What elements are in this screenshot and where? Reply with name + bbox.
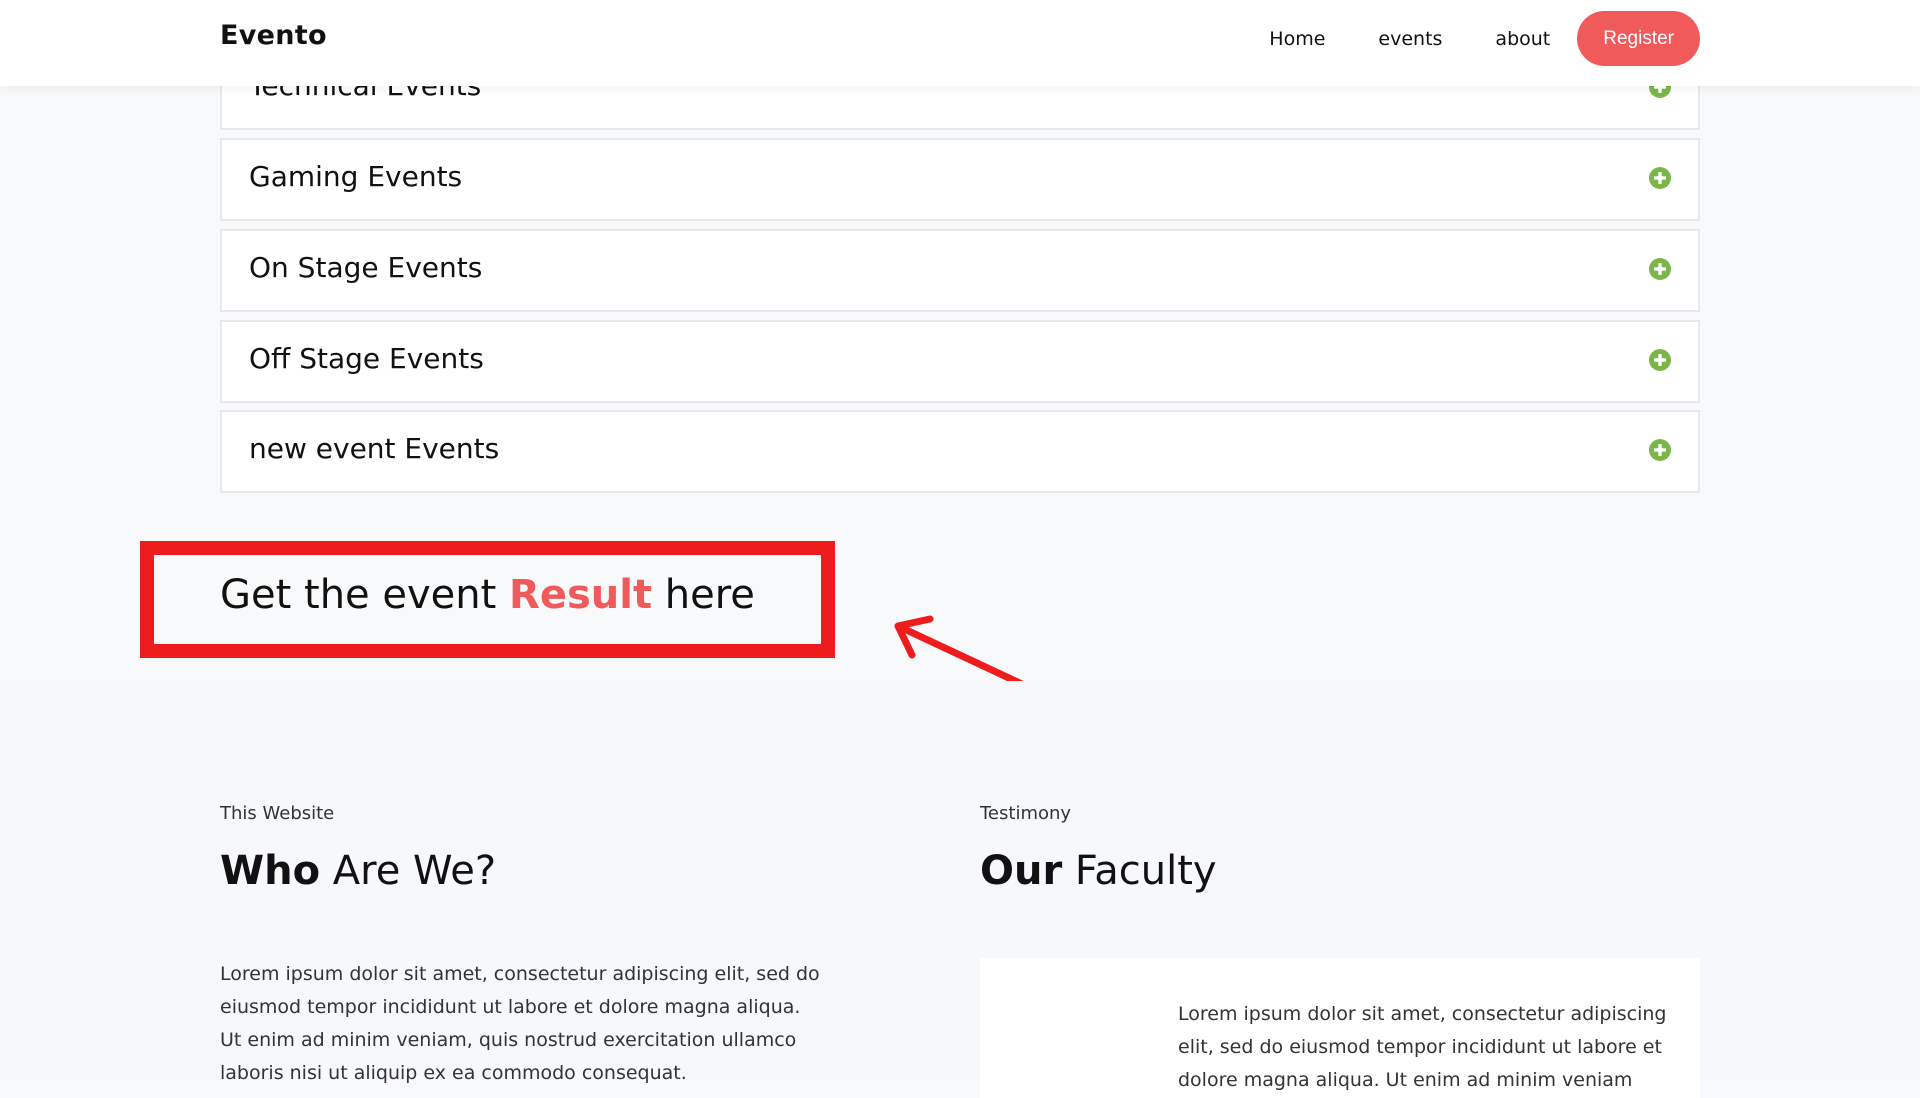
plus-circle-icon[interactable] bbox=[1648, 257, 1672, 281]
accordion-item-gaming[interactable]: Gaming Events bbox=[220, 138, 1700, 221]
accordion-item-title: On Stage Events bbox=[249, 251, 483, 284]
faculty-title-rest: Faculty bbox=[1062, 848, 1217, 894]
nav-link-events[interactable]: events bbox=[1378, 28, 1442, 50]
result-heading-suffix: here bbox=[652, 572, 755, 618]
result-heading-highlight: Result bbox=[509, 572, 653, 618]
about-title: Who Are We? bbox=[220, 848, 496, 894]
annotation-arrow-icon bbox=[894, 615, 1028, 689]
plus-circle-icon[interactable] bbox=[1648, 348, 1672, 372]
faculty-testimonial-card: Lorem ipsum dolor sit amet, consectetur … bbox=[980, 958, 1700, 1098]
nav-links: Home events about Register bbox=[1269, 11, 1700, 66]
nav-link-about[interactable]: about bbox=[1495, 28, 1550, 50]
register-button[interactable]: Register bbox=[1577, 11, 1700, 66]
about-text: Lorem ipsum dolor sit amet, consectetur … bbox=[220, 963, 820, 1084]
about-kicker: This Website bbox=[220, 803, 335, 824]
accordion-item-title: Off Stage Events bbox=[249, 342, 484, 375]
faculty-title-bold: Our bbox=[980, 848, 1063, 894]
accordion-item-new-event[interactable]: new event Events bbox=[220, 410, 1700, 493]
about-title-rest: Are We? bbox=[320, 848, 497, 894]
navbar: Evento Home events about Register bbox=[0, 0, 1920, 86]
faculty-text: Lorem ipsum dolor sit amet, consectetur … bbox=[1178, 1003, 1667, 1091]
nav-link-home[interactable]: Home bbox=[1269, 28, 1325, 50]
result-heading[interactable]: Get the event Result here bbox=[220, 572, 755, 618]
plus-circle-icon[interactable] bbox=[1648, 438, 1672, 462]
result-heading-prefix: Get the event bbox=[220, 572, 510, 618]
faculty-title: Our Faculty bbox=[980, 848, 1217, 894]
plus-circle-icon[interactable] bbox=[1648, 166, 1672, 190]
accordion-item-title: new event Events bbox=[249, 432, 500, 465]
faculty-kicker: Testimony bbox=[980, 803, 1072, 824]
brand-logo[interactable]: Evento bbox=[220, 20, 327, 51]
about-title-bold: Who bbox=[220, 848, 321, 894]
accordion-item-off-stage[interactable]: Off Stage Events bbox=[220, 320, 1700, 403]
accordion-item-title: Gaming Events bbox=[249, 160, 463, 193]
accordion-item-on-stage[interactable]: On Stage Events bbox=[220, 229, 1700, 312]
